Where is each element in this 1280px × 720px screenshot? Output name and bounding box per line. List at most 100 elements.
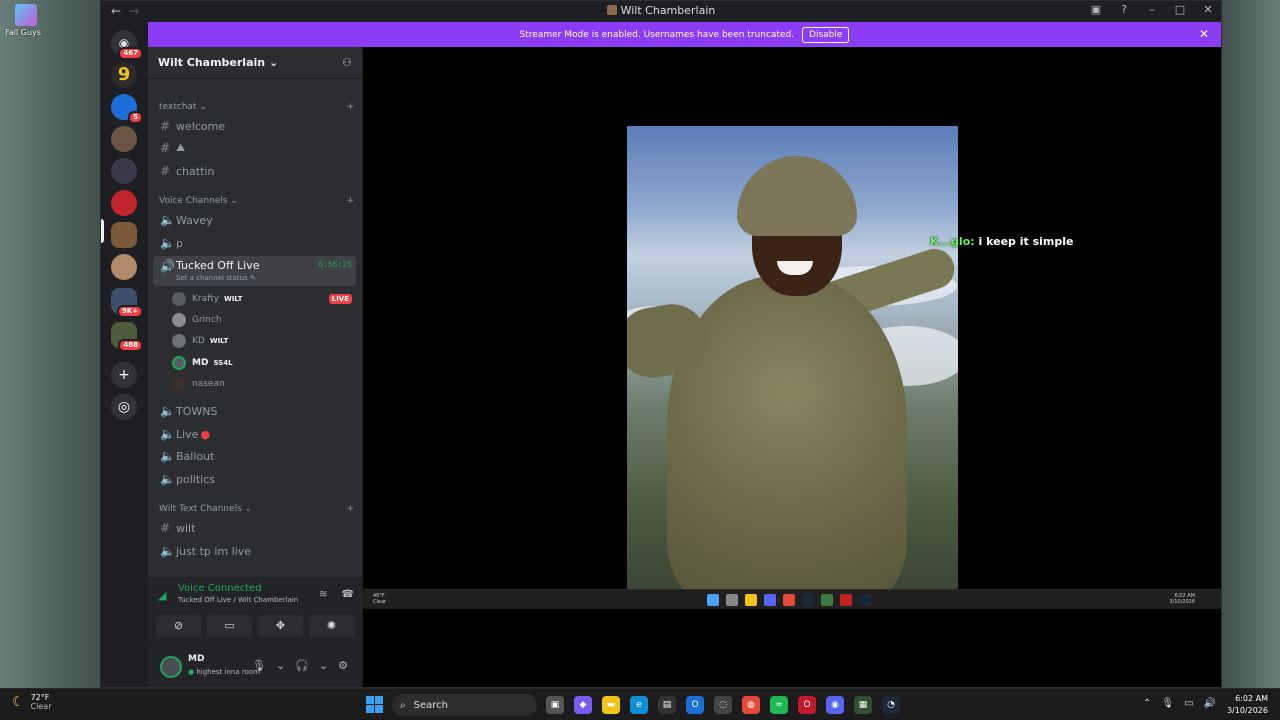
chevron-up-icon[interactable]: ⌃	[1143, 698, 1151, 709]
close-icon[interactable]: ✕	[1199, 27, 1209, 41]
guild-header[interactable]: Wilt Chamberlain ⌄ ⚇	[148, 47, 362, 79]
hash-icon: #	[160, 141, 171, 155]
invite-people-icon[interactable]: ⚇	[342, 56, 352, 69]
add-channel-icon[interactable]: +	[346, 196, 354, 206]
steam-icon[interactable]: ◔	[882, 696, 900, 714]
server-folder-1[interactable]: 9K+	[111, 288, 143, 318]
streamed-condition: Clear	[373, 599, 387, 605]
user-panel: MD ● highest inna room 🎙 ⌄ 🎧 ⌄ ⚙	[148, 647, 362, 687]
weather-temp: 72°F	[30, 693, 50, 702]
windows-icon	[707, 594, 719, 606]
maximize-button[interactable]: □	[1173, 3, 1187, 16]
camera-off-button[interactable]: ⊘	[156, 615, 201, 637]
network-icon[interactable]: ▭	[1184, 698, 1193, 709]
category-voice-channels[interactable]: Voice Channels ⌄ +	[159, 196, 354, 206]
stream-view[interactable]: K...glo: i keep it simple 46°F Clear 6:02…	[363, 47, 1221, 687]
user-status: ● highest inna room	[188, 668, 260, 676]
activities-icon: ✥	[275, 619, 286, 632]
server-red[interactable]	[111, 190, 137, 216]
server-folder-2[interactable]: 488	[111, 322, 143, 352]
speaker-icon: 🔈	[160, 449, 175, 463]
channel-p[interactable]: 🔈 p	[153, 233, 356, 253]
app-icon[interactable]: ◌	[714, 696, 732, 714]
server-blue[interactable]: 5	[111, 94, 143, 124]
voice-user[interactable]: nasean	[172, 374, 354, 394]
channel-live[interactable]: 🔈 Live ●	[153, 424, 356, 444]
search-box[interactable]: ⌕ Search	[392, 694, 537, 716]
chat-username: K...glo	[930, 235, 971, 248]
chevron-down-icon[interactable]: ⌄	[319, 659, 328, 672]
streamed-weather: 46°F Clear	[373, 593, 386, 605]
avatar[interactable]	[160, 656, 182, 678]
copilot-icon[interactable]: ◆	[574, 696, 592, 714]
steam-icon	[859, 594, 871, 606]
stream-video	[627, 126, 958, 589]
spotify-icon[interactable]: ≈	[770, 696, 788, 714]
channel-label: TOWNS	[176, 404, 218, 418]
activities-button[interactable]: ✥	[258, 615, 303, 637]
category-wilt-text-channels[interactable]: Wilt Text Channels ⌄ +	[159, 504, 354, 514]
discover-button[interactable]: ◎	[111, 394, 137, 420]
speaker-icon: 🔊	[160, 259, 175, 273]
outlook-icon[interactable]: O	[686, 696, 704, 714]
channel-welcome[interactable]: # welcome	[153, 116, 356, 136]
search-icon: ⌕	[400, 699, 406, 711]
gear-icon[interactable]: ⚙	[338, 659, 348, 672]
taskbar-clock[interactable]: 6:02 AM 3/10/2026	[1227, 693, 1268, 717]
desktop-icon-fall-guys[interactable]: Fall Guys	[5, 4, 44, 37]
task-view-icon[interactable]: ▣	[546, 696, 564, 714]
opera-gx-icon[interactable]: O	[798, 696, 816, 714]
server-avatar-2[interactable]	[111, 158, 137, 184]
volume-icon[interactable]: 🔊	[1204, 698, 1216, 709]
channel-wavey[interactable]: 🔈 Wavey	[153, 210, 356, 230]
chrome-icon[interactable]: ◍	[742, 696, 760, 714]
channel-tucked-off-live[interactable]: 🔊 Tucked Off Live 6:56:25 Set a channel …	[153, 256, 356, 286]
file-explorer-icon[interactable]: ▬	[602, 696, 620, 714]
add-channel-icon[interactable]: +	[346, 504, 354, 514]
server-avatar-3[interactable]	[111, 254, 137, 280]
voice-user[interactable]: MD SS4L	[172, 353, 354, 373]
channel-wilt[interactable]: # wilt	[153, 518, 356, 538]
help-icon[interactable]: ?	[1117, 3, 1131, 16]
microphone-icon[interactable]: 🎙	[252, 659, 266, 672]
voice-user[interactable]: Krafty WILT LIVE	[172, 289, 354, 309]
channel-politics[interactable]: 🔈 politics	[153, 469, 356, 489]
channel-just-tp-im-live[interactable]: 🔈 just tp im live	[153, 541, 356, 561]
channel-towns[interactable]: 🔈 TOWNS	[153, 401, 356, 421]
voice-user[interactable]: Grinch	[172, 310, 354, 330]
channel-ballout[interactable]: 🔈 Ballout	[153, 446, 356, 466]
start-button[interactable]	[366, 696, 383, 713]
channel-emoji[interactable]: # ⛰	[153, 138, 356, 158]
direct-messages-button[interactable]: ◉ 467	[111, 30, 143, 60]
channel-label: Wavey	[176, 213, 213, 227]
microphone-icon[interactable]: 🎙	[1161, 698, 1174, 709]
inbox-icon[interactable]: ▣	[1089, 3, 1103, 16]
add-server-button[interactable]: +	[111, 362, 137, 388]
server-avatar-1[interactable]	[111, 126, 137, 152]
voice-user[interactable]: KD WILT	[172, 331, 354, 351]
signal-icon[interactable]: ◢	[158, 589, 166, 602]
headphones-icon[interactable]: 🎧	[295, 659, 309, 672]
store-icon[interactable]: ▤	[658, 696, 676, 714]
discord-icon[interactable]: ◉	[826, 696, 844, 714]
noise-suppression-icon[interactable]: ≋	[319, 589, 327, 600]
desktop-wallpaper-right	[1222, 0, 1280, 690]
chevron-down-icon: ⌄	[268, 56, 279, 69]
weather-widget[interactable]: ☾ 72°F Clear	[12, 693, 51, 711]
chevron-down-icon[interactable]: ⌄	[276, 659, 285, 672]
channel-status[interactable]: Set a channel status ✎	[176, 274, 256, 282]
category-label: Voice Channels	[159, 196, 228, 206]
server-nine[interactable]: 9	[111, 62, 137, 88]
add-channel-icon[interactable]: +	[346, 102, 354, 112]
soundboard-button[interactable]: ✺	[309, 615, 354, 637]
app-icon[interactable]: ▦	[854, 696, 872, 714]
edge-icon[interactable]: e	[630, 696, 648, 714]
server-wilt-chamberlain[interactable]	[111, 222, 137, 248]
disconnect-icon[interactable]: ☎	[342, 589, 354, 600]
close-button[interactable]: ✕	[1201, 3, 1215, 16]
screen-share-button[interactable]: ▭	[207, 615, 252, 637]
minimize-button[interactable]: –	[1145, 3, 1159, 16]
category-textchat[interactable]: textchat ⌄ +	[159, 102, 354, 112]
disable-button[interactable]: Disable	[802, 26, 850, 43]
channel-chattin[interactable]: # chattin	[153, 161, 356, 181]
